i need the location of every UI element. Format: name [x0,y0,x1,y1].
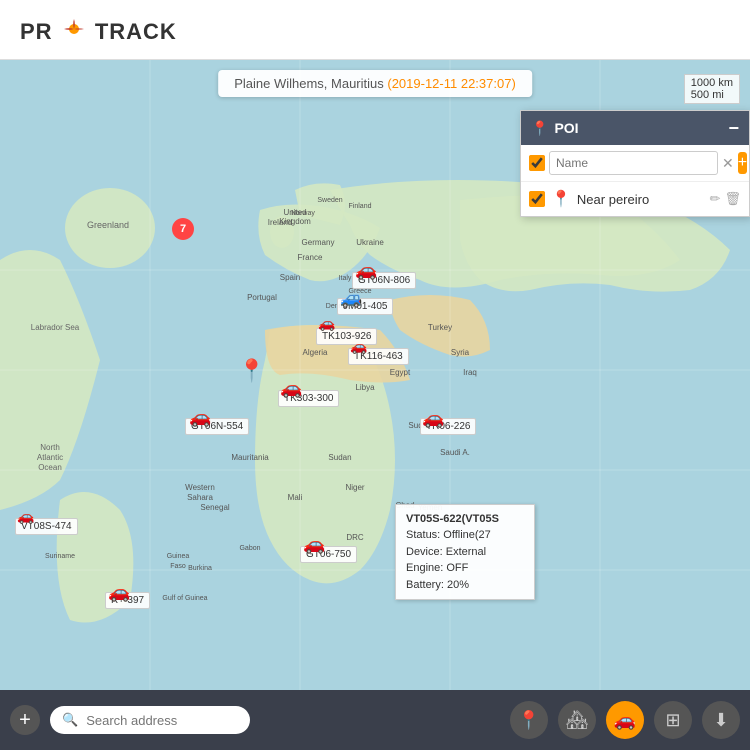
svg-text:North: North [40,443,60,452]
svg-text:Sudan: Sudan [328,453,351,462]
svg-text:Faso: Faso [170,563,186,570]
search-address-input[interactable] [86,713,238,728]
location-place: Plaine Wilhems, Mauritius [234,76,384,91]
vehicle-cluster[interactable]: 7 [172,218,194,240]
svg-text:Iraq: Iraq [463,368,477,377]
poi-search-row: ✕ + [521,145,749,182]
poi-item-actions: ✏ 🗑 [710,191,741,207]
svg-text:Mali: Mali [288,493,303,502]
svg-text:Ukraine: Ukraine [356,238,384,247]
bottom-toolbar: + 🔍 📍 🏘 🚗 ⊞ ⬇ [0,690,750,750]
download-icon: ⬇ [713,710,728,731]
scale-km: 1000 km [691,77,733,89]
location-datetime: (2019-12-11 22:37:07) [387,76,515,91]
svg-text:Norway: Norway [291,210,315,217]
app-header: PR TRACK [0,0,750,60]
svg-text:Western: Western [185,483,215,492]
map-pin: 📍 [238,358,265,384]
svg-text:Libya: Libya [355,383,375,392]
logo-icon [62,17,86,41]
svg-text:Finland: Finland [349,203,372,210]
download-button[interactable]: ⬇ [702,701,740,739]
svg-text:Egypt: Egypt [390,368,411,377]
vehicle-TK116-463[interactable]: 🚗 [350,338,367,355]
svg-text:Gulf of Guinea: Gulf of Guinea [162,595,207,602]
tooltip-engine: Engine: OFF [406,560,524,577]
location-button[interactable]: 📍 [510,701,548,739]
app-logo: PR TRACK [20,15,177,45]
logo-text-pre: PR [20,19,53,44]
svg-text:Syria: Syria [451,348,470,357]
svg-text:Kingdom: Kingdom [279,217,311,226]
vehicle-TK303-300[interactable]: 🚗 [280,378,302,399]
scale-mi: 500 mi [691,89,733,101]
svg-text:Ocean: Ocean [38,463,62,472]
grid-button[interactable]: ⊞ [654,701,692,739]
svg-text:Italy: Italy [339,275,352,282]
vehicle-tooltip: VT05S-622(VT05S Status: Offline(27 Devic… [395,504,535,601]
tooltip-title: VT05S-622(VT05S [406,511,524,528]
svg-text:Labrador Sea: Labrador Sea [31,323,80,332]
zoom-plus-button[interactable]: + [10,705,40,735]
geofence-button[interactable]: 🏘 [558,701,596,739]
poi-add-button[interactable]: + [738,152,747,174]
svg-text:Atlantic: Atlantic [37,453,63,462]
svg-text:Saudi A.: Saudi A. [440,448,470,457]
svg-text:Niger: Niger [345,483,364,492]
vehicle-GT06N-806[interactable]: 🚗 [355,260,377,281]
svg-text:Guinea: Guinea [167,553,190,560]
svg-text:Portugal: Portugal [247,293,277,302]
svg-text:Sweden: Sweden [317,197,342,204]
poi-pin-icon: 📍 [531,120,548,137]
svg-text:Senegal: Senegal [200,503,230,512]
svg-text:Greenland: Greenland [87,220,129,230]
poi-delete-button[interactable]: 🗑 [724,191,741,207]
svg-text:Sahara: Sahara [187,493,213,502]
svg-text:Algeria: Algeria [303,348,328,357]
svg-text:Gabon: Gabon [239,545,260,552]
poi-item-name: Near pereiro [577,192,704,207]
poi-header: 📍 POI − [521,111,749,145]
svg-text:Mauritania: Mauritania [231,453,269,462]
svg-text:Turkey: Turkey [428,323,452,332]
vehicle-R-397[interactable]: 🚗 [108,582,130,603]
geofence-icon: 🏘 [566,710,589,731]
vehicle-TR06-226[interactable]: 🚗 [422,408,444,429]
svg-text:Suriname: Suriname [45,553,75,560]
vehicles-button[interactable]: 🚗 [606,701,644,739]
poi-item-row: 📍 Near pereiro ✏ 🗑 [521,182,749,216]
poi-edit-button[interactable]: ✏ [710,191,721,207]
vehicle-GT06N-554[interactable]: 🚗 [189,407,211,428]
poi-panel: 📍 POI − ✕ + 📍 Near pereiro ✏ 🗑 [520,110,750,217]
search-bar-container: 🔍 [50,706,250,734]
poi-title: POI [554,120,578,136]
vehicle-GT06-750[interactable]: 🚗 [303,534,325,555]
tooltip-battery: Battery: 20% [406,577,524,594]
tooltip-device: Device: External [406,544,524,561]
map-scale: 1000 km 500 mi [684,74,740,104]
svg-text:Germany: Germany [302,238,335,247]
logo-text-post: TRACK [95,19,177,44]
location-bar: Plaine Wilhems, Mauritius (2019-12-11 22… [218,70,532,97]
vehicle-TK103-926[interactable]: 🚗 [318,315,335,332]
map-area[interactable]: Greenland Labrador Sea North Atlantic Oc… [0,60,750,690]
location-icon: 📍 [518,710,540,731]
poi-search-input[interactable] [549,151,718,175]
svg-text:Spain: Spain [280,273,300,282]
poi-item-icon: 📍 [551,189,571,209]
svg-text:DRC: DRC [346,533,364,542]
vehicle-JM01-405[interactable]: 🚙 [340,288,362,309]
vehicles-icon: 🚗 [614,710,636,731]
svg-text:France: France [298,253,323,262]
main-container: Greenland Labrador Sea North Atlantic Oc… [0,60,750,750]
poi-item-checkbox[interactable] [529,191,545,207]
search-icon: 🔍 [62,712,78,728]
grid-icon: ⊞ [665,710,680,731]
vehicle-VT08S-474[interactable]: 🚗 [17,508,34,525]
poi-clear-button[interactable]: ✕ [722,155,734,172]
poi-all-checkbox[interactable] [529,155,545,171]
tooltip-status: Status: Offline(27 [406,527,524,544]
svg-text:Burkina: Burkina [188,565,212,572]
poi-collapse-button[interactable]: − [728,119,739,137]
